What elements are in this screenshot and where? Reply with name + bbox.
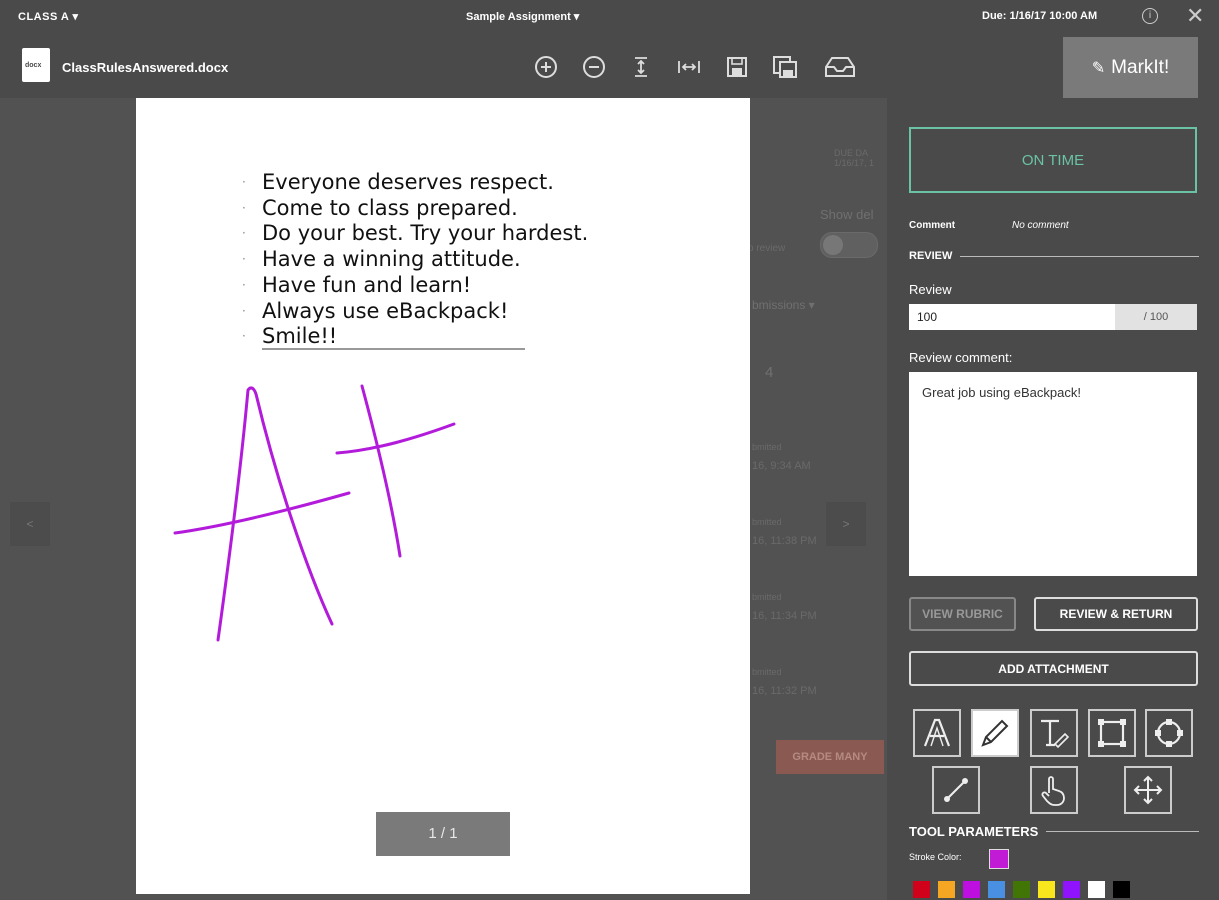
status-badge: ON TIME <box>909 127 1197 193</box>
ellipse-icon[interactable] <box>1145 709 1193 757</box>
zoom-out-icon[interactable] <box>581 54 607 80</box>
line-icon[interactable] <box>932 766 980 814</box>
assignment-selector[interactable]: Sample Assignment ▾ <box>466 10 579 23</box>
file-ext-label: docx <box>25 62 42 69</box>
close-icon[interactable]: ✕ <box>1186 4 1204 29</box>
review-comment-label: Review comment: <box>909 350 1013 365</box>
submission-count: 4 <box>765 364 774 381</box>
submission-time: 16, 11:34 PM <box>752 610 817 622</box>
zoom-in-icon[interactable] <box>533 54 559 80</box>
comment-value: No comment <box>1012 220 1069 231</box>
document-page[interactable]: Everyone deserves respect. Come to class… <box>136 98 750 894</box>
submission-time: 16, 11:38 PM <box>752 535 817 547</box>
show-deleted-label: Show del <box>820 207 874 222</box>
rectangle-icon[interactable] <box>1088 709 1136 757</box>
due-date-value: 1/16/17, 1 <box>834 158 875 168</box>
prev-button[interactable]: < <box>10 502 50 546</box>
text-tool-icon[interactable] <box>1030 709 1078 757</box>
view-rubric-button[interactable]: VIEW RUBRIC <box>909 597 1016 631</box>
move-icon[interactable] <box>1124 766 1172 814</box>
review-score-field[interactable]: 100 / 100 <box>909 304 1197 330</box>
save-icon[interactable] <box>724 54 750 80</box>
color-swatch[interactable] <box>1088 881 1105 898</box>
color-swatch[interactable] <box>1038 881 1055 898</box>
color-swatch[interactable] <box>913 881 930 898</box>
color-swatch[interactable] <box>1063 881 1080 898</box>
top-bar: CLASS A ▾ Sample Assignment ▾ Due: 1/16/… <box>0 0 1219 36</box>
pencil-icon: ✎ <box>1091 58 1106 77</box>
class-selector[interactable]: CLASS A ▾ <box>18 10 79 23</box>
save-copy-icon[interactable] <box>772 54 798 80</box>
info-icon[interactable]: i <box>1142 8 1158 24</box>
markit-label: MarkIt! <box>1111 56 1170 78</box>
review-section-header: REVIEW <box>909 250 1199 262</box>
submission-status: bmitted <box>752 667 782 677</box>
color-swatch[interactable] <box>1113 881 1130 898</box>
next-button[interactable]: > <box>826 502 866 546</box>
comment-label: Comment <box>909 220 956 231</box>
add-attachment-button[interactable]: ADD ATTACHMENT <box>909 651 1198 686</box>
show-deleted-toggle[interactable] <box>820 232 878 258</box>
submission-time: 16, 9:34 AM <box>752 460 811 472</box>
hand-icon[interactable] <box>1030 766 1078 814</box>
file-name: ClassRulesAnswered.docx <box>62 60 229 75</box>
ink-annotation <box>173 384 456 642</box>
color-swatch[interactable] <box>963 881 980 898</box>
review-score-max: / 100 <box>1115 304 1197 330</box>
submission-time: 16, 11:32 PM <box>752 685 817 697</box>
stroke-color-swatch[interactable] <box>989 849 1009 869</box>
inbox-icon[interactable] <box>824 54 856 80</box>
submission-status: bmitted <box>752 517 782 527</box>
grade-many-button[interactable]: GRADE MANY <box>776 740 884 774</box>
color-swatch[interactable] <box>938 881 955 898</box>
grading-panel: ON TIME Comment No comment REVIEW Review… <box>897 110 1211 900</box>
tool-parameters-header: TOOL PARAMETERS <box>909 824 1199 839</box>
color-swatch[interactable] <box>988 881 1005 898</box>
file-icon: docx <box>22 48 50 82</box>
due-date-header: DUE DA <box>834 148 869 158</box>
submission-status: bmitted <box>752 592 782 602</box>
page-indicator[interactable]: 1 / 1 <box>376 812 510 856</box>
stroke-color-label: Stroke Color: <box>909 852 962 862</box>
review-comment-field[interactable]: Great job using eBackpack! <box>909 372 1197 576</box>
review-return-button[interactable]: REVIEW & RETURN <box>1034 597 1198 631</box>
pencil-icon[interactable] <box>971 709 1019 757</box>
submissions-filter[interactable]: bmissions ▾ <box>752 298 815 312</box>
text-annotation-icon[interactable] <box>913 709 961 757</box>
fit-height-icon[interactable] <box>628 54 654 80</box>
fit-width-icon[interactable] <box>676 54 702 80</box>
markit-button[interactable]: ✎ MarkIt! <box>1063 37 1198 98</box>
submission-status: bmitted <box>752 442 782 452</box>
review-score-value[interactable]: 100 <box>909 304 1115 330</box>
due-date: Due: 1/16/17 10:00 AM <box>982 10 1098 22</box>
review-text: o review <box>748 243 786 254</box>
color-swatch[interactable] <box>1013 881 1030 898</box>
review-label: Review <box>909 282 952 297</box>
